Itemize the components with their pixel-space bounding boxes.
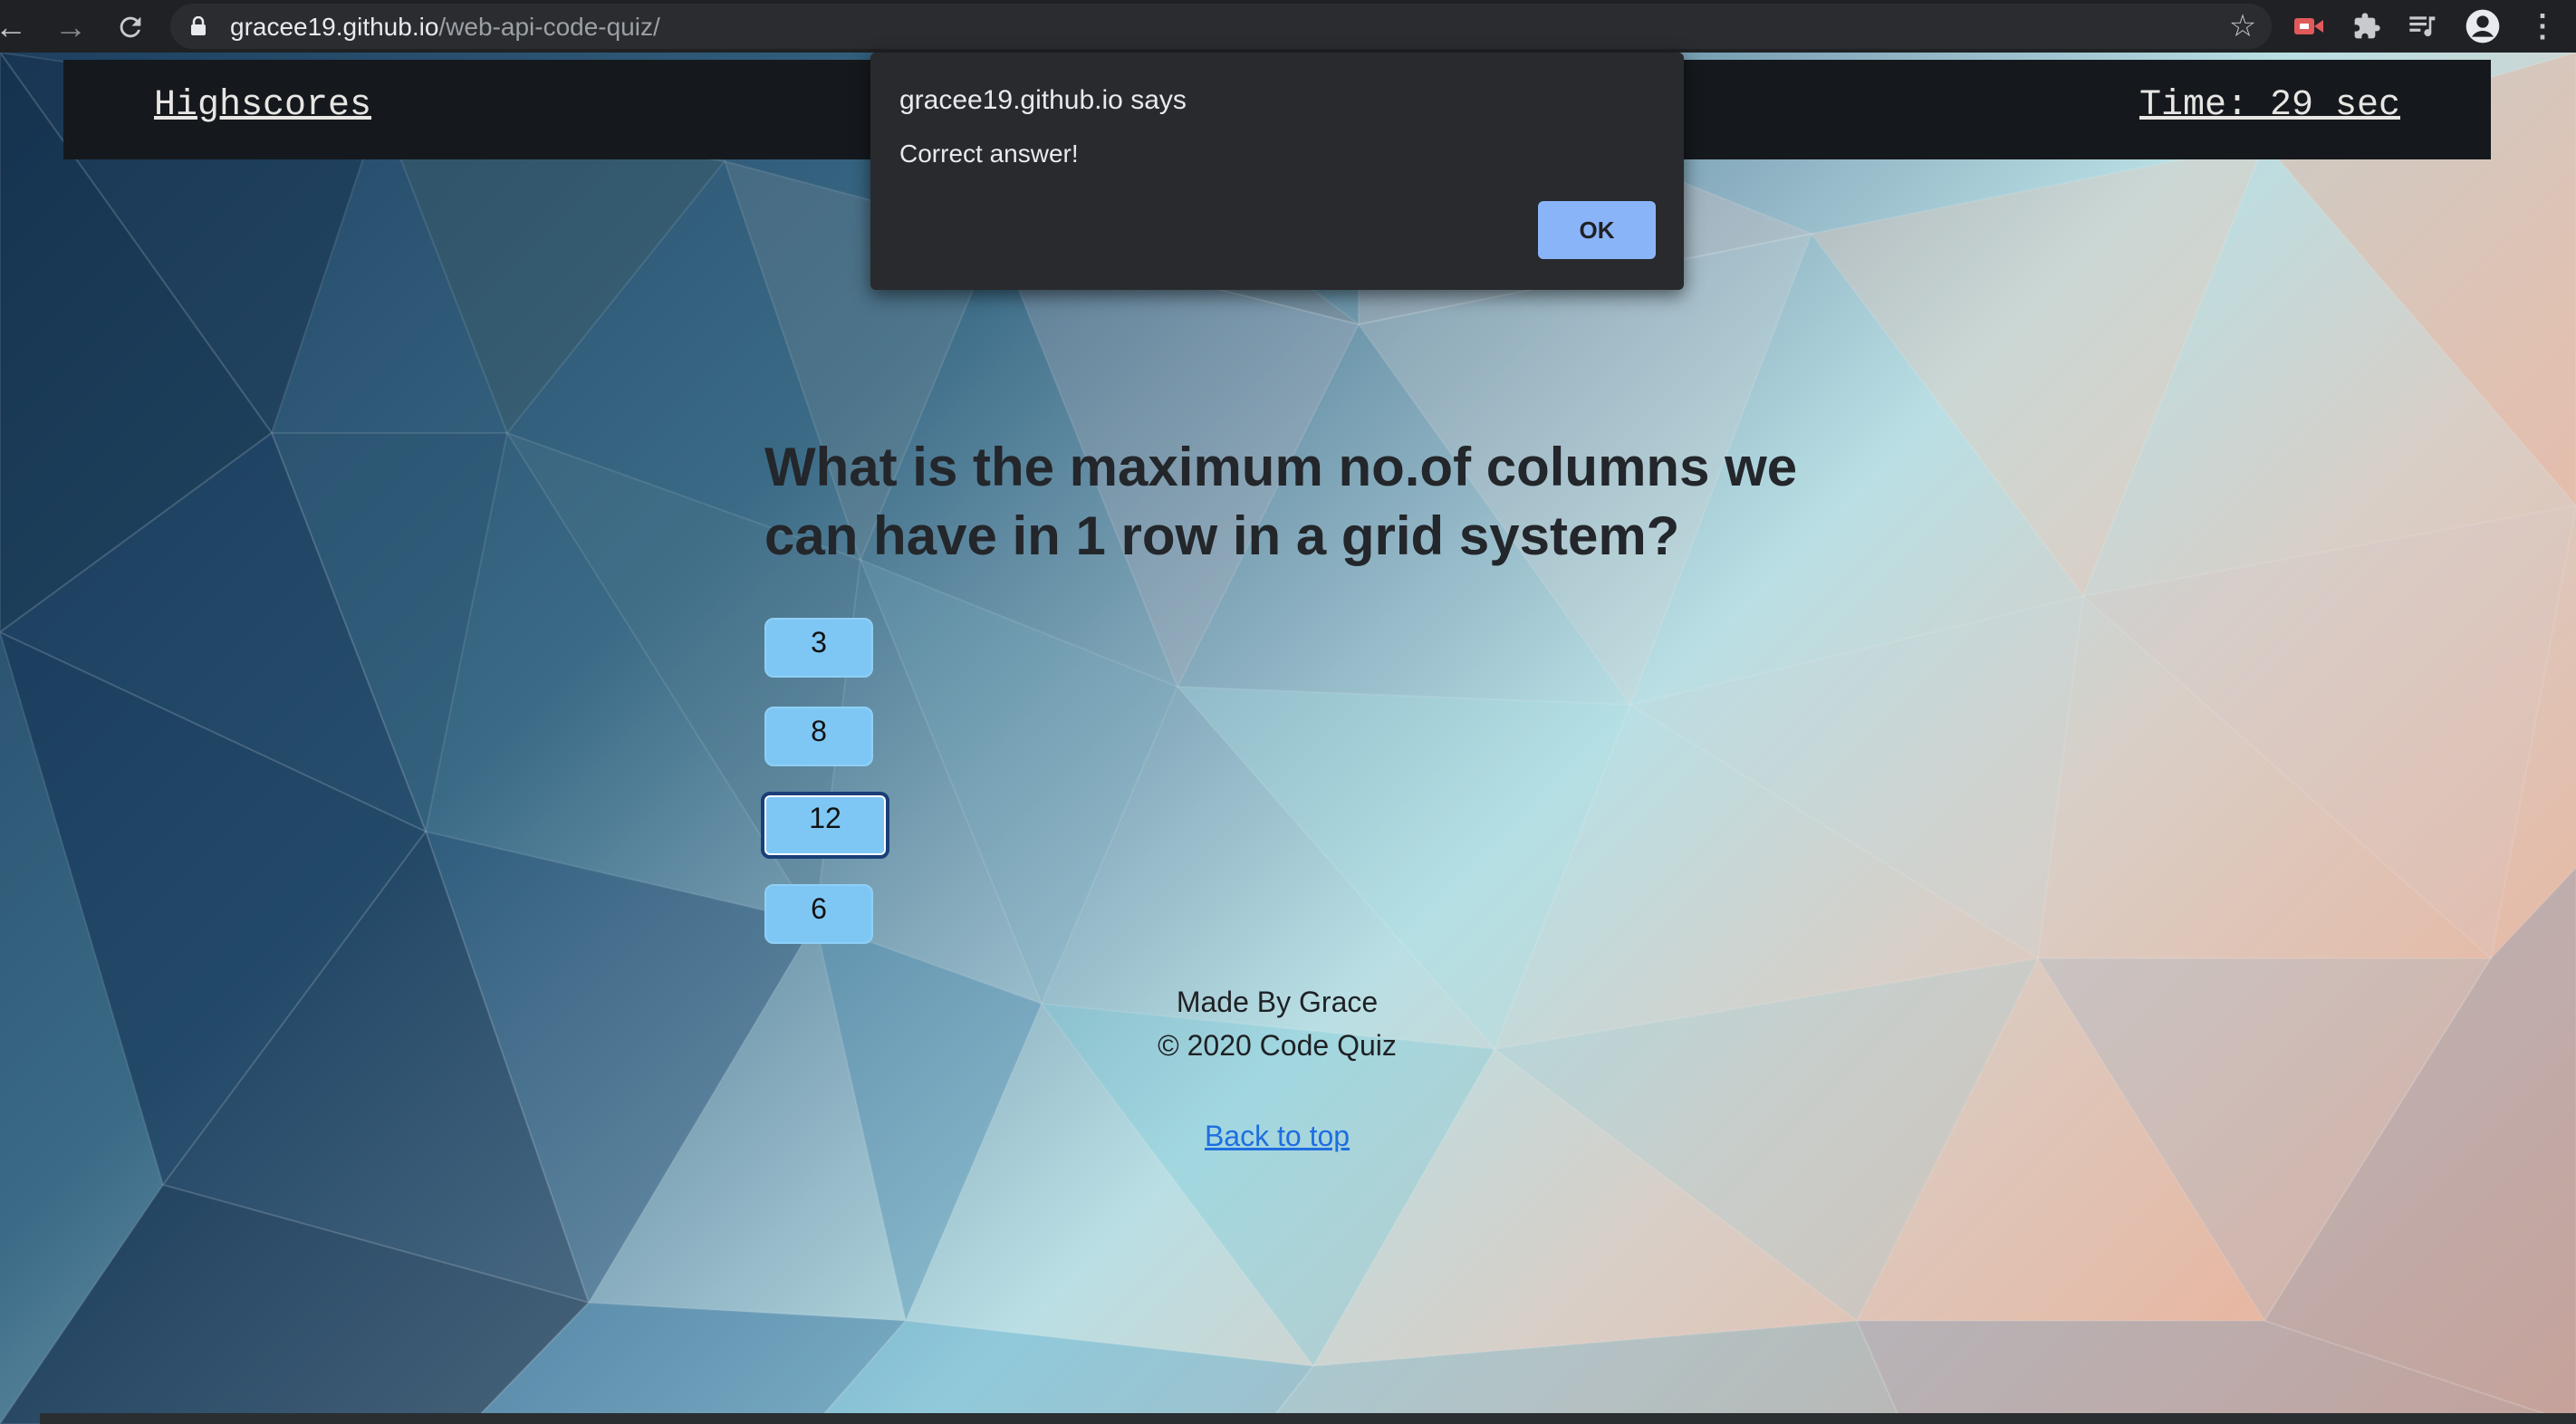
question-text: What is the maximum no.of columns we can… bbox=[764, 437, 1798, 566]
url-path: /web-api-code-quiz/ bbox=[438, 13, 660, 41]
back-arrow-icon[interactable]: ← bbox=[0, 4, 34, 51]
reload-icon[interactable] bbox=[107, 4, 154, 51]
made-by-text: Made By Grace bbox=[1176, 986, 1379, 1018]
alert-dialog: gracee19.github.io says Correct answer! … bbox=[870, 53, 1684, 290]
profile-avatar-icon[interactable] bbox=[2460, 5, 2505, 48]
timer-display: Time: 29 sec bbox=[2139, 85, 2400, 126]
lock-icon bbox=[191, 16, 206, 35]
answer-button-3[interactable]: 12 bbox=[761, 792, 889, 859]
dialog-message: Correct answer! bbox=[899, 140, 1079, 168]
media-queue-icon[interactable] bbox=[2400, 5, 2446, 48]
answer-button-4[interactable]: 6 bbox=[764, 884, 873, 944]
answer-button-2[interactable]: 8 bbox=[764, 707, 873, 766]
extensions-puzzle-icon[interactable] bbox=[2344, 5, 2389, 48]
back-to-top-link[interactable]: Back to top bbox=[1005, 1120, 1549, 1153]
address-bar[interactable]: gracee19.github.io/web-api-code-quiz/ bbox=[170, 4, 2272, 49]
browser-toolbar: ← → gracee19.github.io/web-api-code-quiz… bbox=[0, 0, 2576, 53]
video-extension-icon[interactable] bbox=[2286, 5, 2331, 48]
bookmark-star-icon[interactable]: ☆ bbox=[2221, 5, 2264, 48]
menu-kebab-icon[interactable]: ⋮ bbox=[2520, 5, 2565, 48]
dialog-title: gracee19.github.io says bbox=[899, 85, 1187, 115]
copyright-text: © 2020 Code Quiz bbox=[1158, 1029, 1397, 1062]
ok-button[interactable]: OK bbox=[1538, 201, 1656, 259]
answer-button-1[interactable]: 3 bbox=[764, 618, 873, 678]
url-text: gracee19.github.io/web-api-code-quiz/ bbox=[230, 13, 660, 42]
url-host: gracee19.github.io bbox=[230, 13, 439, 41]
highscores-link[interactable]: Highscores bbox=[154, 85, 371, 126]
forward-arrow-icon[interactable]: → bbox=[47, 4, 94, 51]
horizontal-scrollbar[interactable] bbox=[40, 1413, 2576, 1424]
